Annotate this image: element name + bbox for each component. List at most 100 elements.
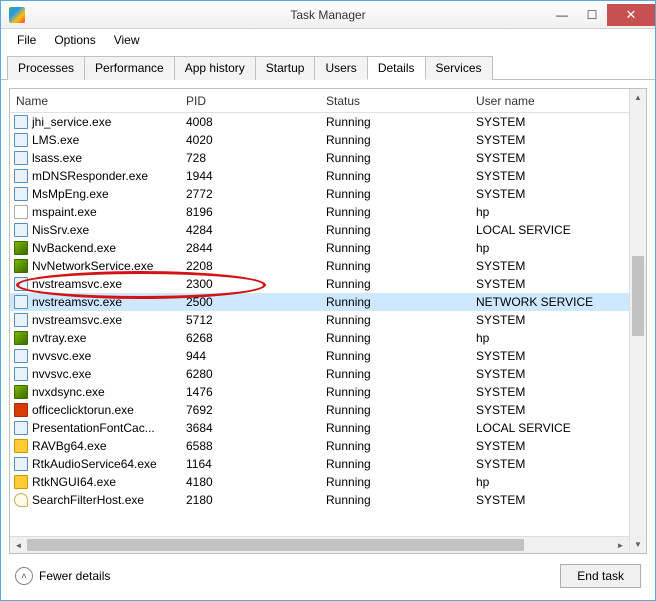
- table-row[interactable]: NvNetworkService.exe2208RunningSYSTEM: [10, 257, 629, 275]
- tabstrip: Processes Performance App history Startu…: [1, 51, 655, 80]
- process-name: NisSrv.exe: [32, 223, 89, 237]
- process-name: RtkAudioService64.exe: [32, 457, 157, 471]
- vscroll-thumb[interactable]: [632, 256, 644, 336]
- fewer-details-button[interactable]: ˄ Fewer details: [15, 567, 110, 585]
- process-status: Running: [320, 187, 470, 201]
- table-row[interactable]: PresentationFontCac...3684RunningLOCAL S…: [10, 419, 629, 437]
- process-icon: [14, 331, 28, 345]
- tab-details[interactable]: Details: [367, 56, 426, 80]
- table-row[interactable]: MsMpEng.exe2772RunningSYSTEM: [10, 185, 629, 203]
- menu-file[interactable]: File: [9, 31, 44, 49]
- tab-startup[interactable]: Startup: [255, 56, 316, 80]
- process-icon: [14, 385, 28, 399]
- process-status: Running: [320, 421, 470, 435]
- process-status: Running: [320, 349, 470, 363]
- process-status: Running: [320, 169, 470, 183]
- process-status: Running: [320, 403, 470, 417]
- task-manager-window: Task Manager — ☐ ✕ File Options View Pro…: [0, 0, 656, 601]
- horizontal-scrollbar[interactable]: ◄ ►: [10, 536, 629, 553]
- process-icon: [14, 205, 28, 219]
- scroll-up-icon[interactable]: ▲: [630, 89, 646, 106]
- table-row[interactable]: nvstreamsvc.exe2300RunningSYSTEM: [10, 275, 629, 293]
- titlebar[interactable]: Task Manager — ☐ ✕: [1, 1, 655, 29]
- process-status: Running: [320, 313, 470, 327]
- process-name: lsass.exe: [32, 151, 82, 165]
- process-user: LOCAL SERVICE: [470, 421, 629, 435]
- process-name: officeclicktorun.exe: [32, 403, 134, 417]
- vertical-scrollbar[interactable]: ▲ ▼: [629, 89, 646, 553]
- process-pid: 1476: [180, 385, 320, 399]
- tab-apphistory[interactable]: App history: [174, 56, 256, 80]
- process-pid: 2844: [180, 241, 320, 255]
- menu-view[interactable]: View: [106, 31, 148, 49]
- process-status: Running: [320, 223, 470, 237]
- vscroll-track[interactable]: [630, 106, 646, 536]
- process-pid: 1944: [180, 169, 320, 183]
- scroll-down-icon[interactable]: ▼: [630, 536, 646, 553]
- table-row[interactable]: lsass.exe728RunningSYSTEM: [10, 149, 629, 167]
- process-icon: [14, 493, 28, 507]
- process-name: RAVBg64.exe: [32, 439, 107, 453]
- table-row[interactable]: officeclicktorun.exe7692RunningSYSTEM: [10, 401, 629, 419]
- content-area: Name PID Status User name jhi_service.ex…: [1, 80, 655, 600]
- process-icon: [14, 187, 28, 201]
- process-pid: 4020: [180, 133, 320, 147]
- tab-performance[interactable]: Performance: [84, 56, 175, 80]
- hscroll-thumb[interactable]: [27, 539, 524, 551]
- table-row[interactable]: RAVBg64.exe6588RunningSYSTEM: [10, 437, 629, 455]
- window-controls: — ☐ ✕: [547, 4, 655, 26]
- process-name: MsMpEng.exe: [32, 187, 109, 201]
- col-header-name[interactable]: Name: [10, 94, 180, 108]
- table-row[interactable]: LMS.exe4020RunningSYSTEM: [10, 131, 629, 149]
- col-header-status[interactable]: Status: [320, 94, 470, 108]
- process-name: nvstreamsvc.exe: [32, 277, 122, 291]
- table-row[interactable]: mspaint.exe8196Runninghp: [10, 203, 629, 221]
- process-name: NvNetworkService.exe: [32, 259, 153, 273]
- process-name: nvstreamsvc.exe: [32, 313, 122, 327]
- process-user: SYSTEM: [470, 115, 629, 129]
- process-pid: 2208: [180, 259, 320, 273]
- hscroll-track[interactable]: [27, 537, 612, 553]
- process-pid: 944: [180, 349, 320, 363]
- table-row[interactable]: SearchFilterHost.exe2180RunningSYSTEM: [10, 491, 629, 509]
- process-name: nvstreamsvc.exe: [32, 295, 122, 309]
- table-row[interactable]: nvxdsync.exe1476RunningSYSTEM: [10, 383, 629, 401]
- process-name: RtkNGUI64.exe: [32, 475, 116, 489]
- table-row[interactable]: RtkAudioService64.exe1164RunningSYSTEM: [10, 455, 629, 473]
- process-icon: [14, 475, 28, 489]
- table-row[interactable]: NisSrv.exe4284RunningLOCAL SERVICE: [10, 221, 629, 239]
- table-row[interactable]: nvstreamsvc.exe2500RunningNETWORK SERVIC…: [10, 293, 629, 311]
- col-header-pid[interactable]: PID: [180, 94, 320, 108]
- table-row[interactable]: nvvsvc.exe944RunningSYSTEM: [10, 347, 629, 365]
- tab-processes[interactable]: Processes: [7, 56, 85, 80]
- scroll-left-icon[interactable]: ◄: [10, 537, 27, 553]
- close-button[interactable]: ✕: [607, 4, 655, 26]
- process-name: jhi_service.exe: [32, 115, 111, 129]
- process-status: Running: [320, 457, 470, 471]
- scroll-right-icon[interactable]: ►: [612, 537, 629, 553]
- process-icon: [14, 403, 28, 417]
- process-icon: [14, 241, 28, 255]
- process-pid: 7692: [180, 403, 320, 417]
- process-name: nvxdsync.exe: [32, 385, 105, 399]
- menu-options[interactable]: Options: [46, 31, 103, 49]
- col-header-user[interactable]: User name: [470, 94, 629, 108]
- table-row[interactable]: nvvsvc.exe6280RunningSYSTEM: [10, 365, 629, 383]
- table-row[interactable]: RtkNGUI64.exe4180Runninghp: [10, 473, 629, 491]
- table-row[interactable]: NvBackend.exe2844Runninghp: [10, 239, 629, 257]
- table-row[interactable]: nvtray.exe6268Runninghp: [10, 329, 629, 347]
- process-user: SYSTEM: [470, 439, 629, 453]
- process-name: nvvsvc.exe: [32, 349, 91, 363]
- minimize-button[interactable]: —: [547, 4, 577, 26]
- process-user: SYSTEM: [470, 187, 629, 201]
- process-status: Running: [320, 475, 470, 489]
- maximize-button[interactable]: ☐: [577, 4, 607, 26]
- end-task-button[interactable]: End task: [560, 564, 641, 588]
- table-row[interactable]: jhi_service.exe4008RunningSYSTEM: [10, 113, 629, 131]
- app-icon: [9, 7, 25, 23]
- table-row[interactable]: mDNSResponder.exe1944RunningSYSTEM: [10, 167, 629, 185]
- table-row[interactable]: nvstreamsvc.exe5712RunningSYSTEM: [10, 311, 629, 329]
- tab-services[interactable]: Services: [425, 56, 493, 80]
- tab-users[interactable]: Users: [314, 56, 367, 80]
- fewer-details-label: Fewer details: [39, 569, 110, 583]
